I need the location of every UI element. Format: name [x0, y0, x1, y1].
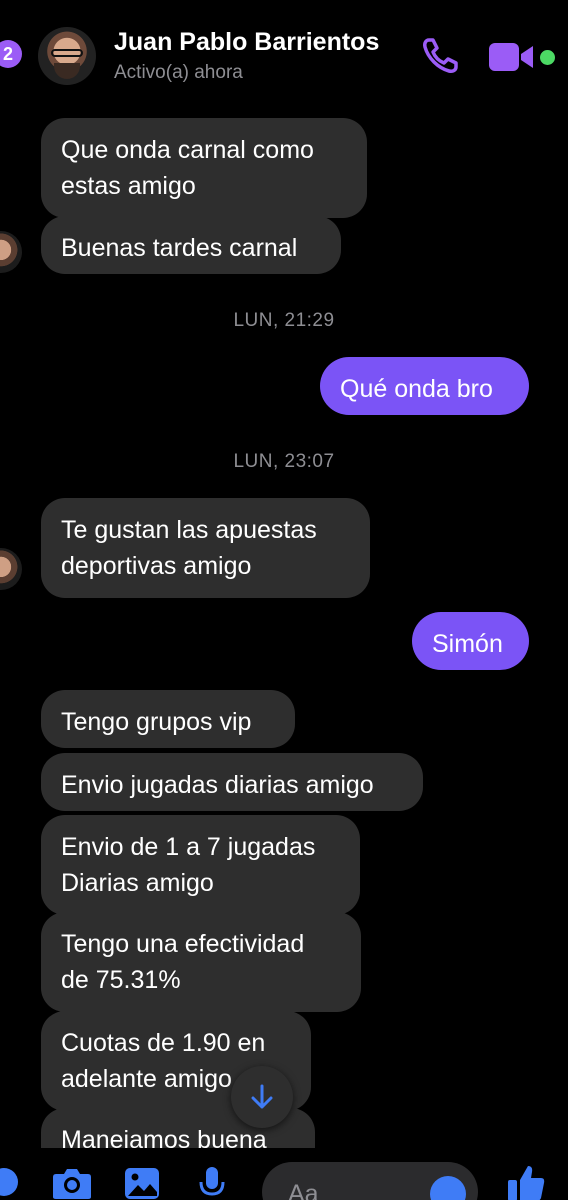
contact-avatar[interactable]: [38, 27, 96, 85]
message-bubble[interactable]: Que onda carnal como estas amigo: [41, 118, 367, 218]
message-bubble[interactable]: Envio jugadas diarias amigo: [41, 753, 423, 811]
message-bubble[interactable]: Tengo grupos vip: [41, 690, 295, 748]
message-input[interactable]: Aa: [262, 1162, 478, 1200]
camera-icon[interactable]: [52, 1166, 92, 1200]
arrow-down-icon: [251, 1084, 273, 1109]
apps-icon[interactable]: [0, 1166, 20, 1198]
contact-status: Activo(a) ahora: [114, 62, 243, 83]
scroll-to-bottom-button[interactable]: [231, 1066, 293, 1128]
timestamp: LUN, 21:29: [233, 310, 335, 331]
message-bubble[interactable]: Buenas tardes carnal: [41, 216, 341, 274]
timestamp: LUN, 23:07: [233, 451, 335, 472]
contact-name[interactable]: Juan Pablo Barrientos: [114, 28, 379, 57]
sender-avatar: [0, 548, 22, 590]
avatar-beard: [54, 63, 80, 79]
message-composer: Aa: [0, 1148, 568, 1200]
gallery-icon[interactable]: [124, 1166, 160, 1200]
thumbs-up-icon[interactable]: [506, 1162, 546, 1200]
message-bubble[interactable]: Envio de 1 a 7 jugadas Diarias amigo: [41, 815, 360, 915]
avatar-glasses: [51, 49, 83, 57]
back-unread-badge[interactable]: 2: [0, 40, 22, 68]
message-bubble-outgoing[interactable]: Qué onda bro: [320, 357, 529, 415]
phone-call-icon[interactable]: [420, 36, 460, 76]
sender-avatar: [0, 231, 22, 273]
online-indicator: [540, 50, 555, 65]
message-bubble[interactable]: Te gustan las apuestas deportivas amigo: [41, 498, 370, 598]
emoji-icon[interactable]: [430, 1176, 466, 1200]
mic-icon[interactable]: [198, 1166, 226, 1200]
message-bubble[interactable]: Tengo una efectividad de 75.31%: [41, 912, 361, 1012]
message-bubble-outgoing[interactable]: Simón: [412, 612, 529, 670]
video-call-icon[interactable]: [488, 40, 534, 74]
chat-header: 2 Juan Pablo Barrientos Activo(a) ahora: [0, 0, 568, 100]
message-input-placeholder: Aa: [288, 1180, 319, 1200]
